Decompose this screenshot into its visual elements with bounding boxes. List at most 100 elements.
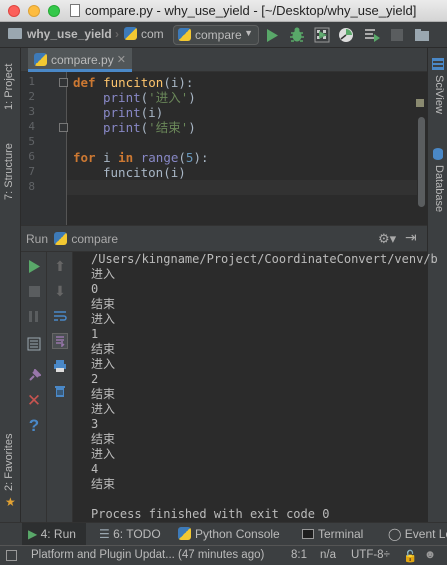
chevron-down-icon: ▼ — [244, 28, 253, 38]
profile-button[interactable] — [338, 27, 354, 43]
scroll-to-end-toggle[interactable] — [52, 333, 68, 349]
pin-button[interactable] — [26, 368, 42, 384]
editor-tab-bar: compare.py ✕ — [21, 48, 427, 72]
debug-button[interactable] — [289, 27, 305, 43]
line-number-gutter: 1 2 3 4 5 6 7 8 — [21, 72, 68, 225]
tool-tab-run[interactable]: ▶ 4: Run — [22, 523, 86, 546]
code-line: print(i) — [103, 105, 164, 120]
run-icon — [267, 28, 278, 42]
close-icon[interactable]: ✕ — [117, 53, 126, 66]
coverage-button[interactable] — [314, 27, 330, 43]
console-line: 结束 — [91, 387, 116, 401]
console-line: 4 — [91, 462, 99, 476]
run-configuration-select[interactable]: compare ▼ — [173, 25, 259, 45]
pin-icon — [29, 369, 41, 381]
tool-tab-sciview[interactable]: SciView — [433, 75, 445, 114]
python-icon — [54, 232, 68, 245]
breadcrumb-separator: › — [115, 27, 119, 41]
tool-windows-toggle-icon[interactable] — [6, 550, 17, 561]
run-icon — [29, 259, 40, 273]
scroll-up-button[interactable]: ⬆ — [52, 258, 68, 274]
inspector-icon[interactable]: ☻ — [424, 549, 436, 561]
run-with-concurrency-button[interactable] — [364, 27, 380, 43]
line-number: 3 — [28, 105, 35, 118]
gear-icon[interactable]: ⚙▾ — [378, 231, 396, 247]
ide-window: compare.py - why_use_yield - [~/Desktop/… — [0, 0, 447, 565]
console-output[interactable]: /Users/kingname/Project/CoordinateConver… — [81, 252, 438, 523]
todo-icon: ☰ — [99, 527, 110, 541]
run-button[interactable] — [264, 27, 280, 43]
tool-tab-python-console[interactable]: Python Console — [172, 523, 286, 546]
code-line: print('进入') — [103, 90, 196, 105]
breadcrumb-project[interactable]: why_use_yield — [8, 27, 112, 41]
editor-area: compare.py ✕ 1 2 3 4 5 6 7 8 def funciton… — [21, 48, 427, 225]
print-button[interactable] — [52, 358, 68, 374]
help-button[interactable]: ? — [26, 416, 42, 435]
tool-tab-structure[interactable]: 7: Structure — [3, 143, 15, 200]
close-window-button[interactable] — [8, 5, 20, 17]
code-line: funciton(i) — [103, 165, 186, 180]
sciview-icon — [432, 58, 444, 70]
fold-marker-icon[interactable] — [59, 78, 68, 87]
console-line: Process finished with exit code 0 — [91, 507, 330, 521]
line-number: 6 — [28, 150, 35, 163]
console-line: /Users/kingname/Project/CoordinateConver… — [91, 252, 438, 266]
close-run-button[interactable]: ✕ — [26, 391, 42, 410]
run-actions-toolbar: ✕ ? — [21, 252, 47, 523]
bottom-tool-bar: ▶ 4: Run ☰ 6: TODO Python Console Termin… — [0, 522, 447, 546]
caret-position[interactable]: 8:1 — [291, 549, 307, 561]
stop-button[interactable] — [389, 27, 405, 43]
inspection-status-icon[interactable] — [416, 99, 424, 107]
python-icon — [178, 28, 191, 41]
hide-panel-icon[interactable]: ⇥ — [405, 229, 417, 246]
zoom-window-button[interactable] — [48, 5, 60, 17]
tool-tab-database[interactable]: Database — [433, 165, 445, 212]
tool-tab-terminal[interactable]: Terminal — [296, 523, 369, 546]
line-number: 7 — [28, 165, 35, 178]
coverage-icon — [314, 27, 330, 43]
soft-wrap-button[interactable] — [52, 308, 68, 324]
tool-tab-todo[interactable]: ☰ 6: TODO — [93, 523, 167, 546]
console-line: 2 — [91, 372, 99, 386]
lock-icon[interactable]: 🔓 — [403, 549, 417, 563]
help-icon: ? — [28, 416, 40, 435]
console-actions-toolbar: ⬆ ⬇ — [47, 252, 73, 523]
run-panel-title: Run compare — [26, 232, 119, 246]
pause-button[interactable] — [26, 308, 42, 324]
scrollbar-thumb[interactable] — [418, 117, 425, 207]
fold-marker-icon[interactable] — [59, 123, 68, 132]
console-line: 结束 — [91, 297, 116, 311]
python-file-icon — [34, 53, 47, 66]
console-line: 进入 — [91, 312, 116, 326]
scroll-down-button[interactable]: ⬇ — [52, 283, 68, 299]
tool-tab-project[interactable]: 1: Project — [3, 64, 15, 110]
pause-icon — [29, 310, 38, 322]
line-number: 8 — [28, 180, 35, 193]
code-editor[interactable]: def funciton(i): print('进入') print(i) pr… — [67, 72, 417, 225]
printer-icon — [54, 360, 66, 372]
concurrency-icon — [365, 29, 380, 42]
minimize-window-button[interactable] — [28, 5, 40, 17]
sdk-settings-button[interactable] — [414, 27, 430, 43]
stop-icon — [28, 285, 40, 297]
console-line: 结束 — [91, 477, 116, 491]
console-line: 进入 — [91, 267, 116, 281]
breadcrumb-file[interactable]: com — [124, 27, 164, 41]
editor-tab-compare[interactable]: compare.py ✕ — [28, 48, 132, 72]
status-message[interactable]: Platform and Plugin Updat... (47 minutes… — [31, 549, 264, 561]
stop-icon — [391, 29, 403, 41]
console-line: 1 — [91, 327, 99, 341]
tool-tab-event-log[interactable]: ◯ Event Lo — [382, 523, 447, 546]
tool-tab-favorites[interactable]: 2: Favorites — [3, 434, 15, 491]
database-icon — [433, 148, 443, 160]
stop-button[interactable] — [26, 283, 42, 299]
editor-scrollbar[interactable] — [416, 72, 427, 225]
dump-threads-button[interactable] — [26, 336, 42, 352]
line-separator[interactable]: n/a — [320, 549, 336, 561]
file-encoding[interactable]: UTF-8÷ — [351, 549, 390, 561]
clear-all-button[interactable] — [52, 383, 68, 399]
line-number: 5 — [28, 135, 35, 148]
title-bar: compare.py - why_use_yield - [~/Desktop/… — [0, 0, 447, 22]
window-title: compare.py - why_use_yield - [~/Desktop/… — [70, 3, 416, 18]
rerun-button[interactable] — [26, 258, 42, 274]
